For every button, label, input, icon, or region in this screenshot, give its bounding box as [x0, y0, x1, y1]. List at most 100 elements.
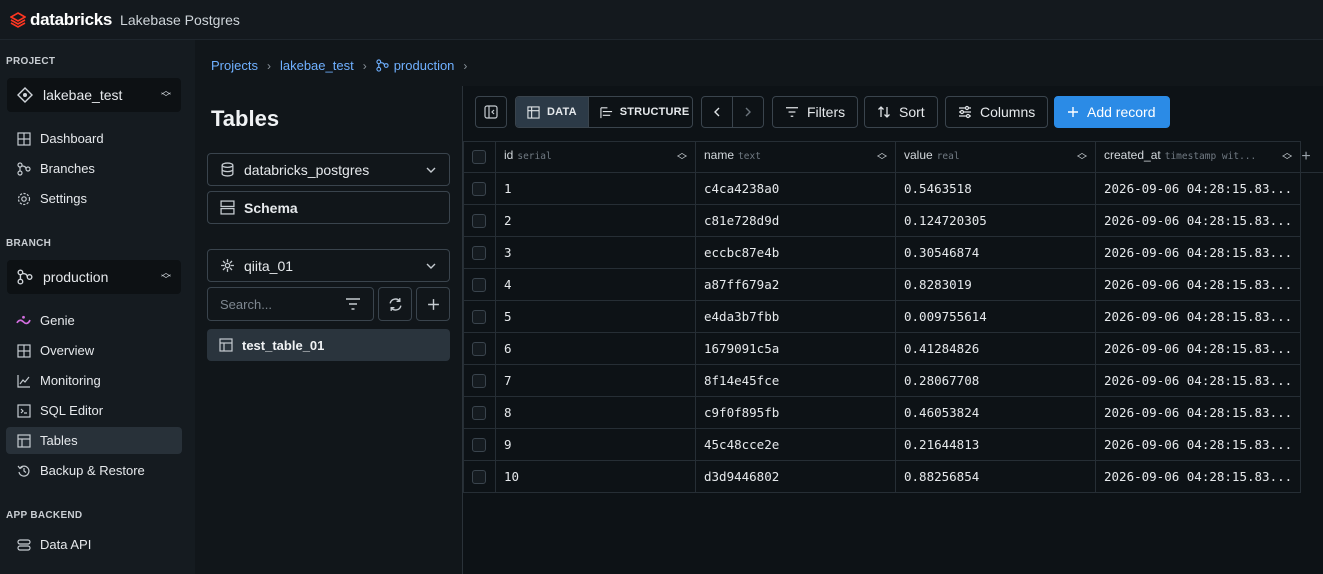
table-cell-id[interactable]: 5	[495, 300, 696, 333]
nav-tables[interactable]: Tables	[6, 427, 182, 454]
row-checkbox[interactable]	[472, 246, 486, 261]
table-cell-created-at[interactable]: 2026-09-06 04:28:15.83...	[1094, 268, 1302, 301]
table-cell-value[interactable]: 0.5463518	[895, 172, 1096, 205]
column-header-created-at[interactable]: created_at timestamp wit... ︿ ﹀	[1094, 141, 1302, 173]
table-cell-id[interactable]: 2	[495, 204, 696, 237]
table-row[interactable]: 6 1679091c5a 0.41284826 2026-09-06 04:28:15…	[463, 332, 1302, 365]
tab-data[interactable]: DATA	[516, 97, 588, 127]
project-picker[interactable]: lakebae_test ︿ ﹀	[7, 78, 181, 112]
add-record-button[interactable]: Add record	[1054, 96, 1170, 128]
table-cell-value[interactable]: 0.28067708	[895, 364, 1096, 397]
row-checkbox[interactable]	[472, 438, 486, 453]
table-cell-created-at[interactable]: 2026-09-06 04:28:15.83...	[1094, 332, 1302, 365]
table-cell-id[interactable]: 10	[495, 460, 696, 493]
branch-picker[interactable]: production ︿ ﹀	[7, 260, 181, 294]
table-cell-created-at[interactable]: 2026-09-06 04:28:15.83...	[1094, 236, 1302, 269]
nav-branches[interactable]: Branches	[6, 155, 182, 182]
nav-dashboard[interactable]: Dashboard	[6, 125, 182, 152]
row-checkbox[interactable]	[472, 310, 486, 325]
table-cell-created-at[interactable]: 2026-09-06 04:28:15.83...	[1094, 300, 1302, 333]
table-cell-id[interactable]: 8	[495, 396, 696, 429]
table-cell-name[interactable]: eccbc87e4b	[695, 236, 896, 269]
nav-data-api[interactable]: Data API	[6, 531, 182, 558]
table-cell-value[interactable]: 0.009755614	[895, 300, 1096, 333]
breadcrumb-project[interactable]: lakebae_test	[280, 58, 354, 73]
add-column-button[interactable]: +	[1289, 141, 1323, 173]
table-cell-value[interactable]: 0.8283019	[895, 268, 1096, 301]
prev-button[interactable]	[702, 97, 732, 127]
table-cell-created-at[interactable]: 2026-09-06 04:28:15.83...	[1094, 204, 1302, 237]
table-row[interactable]: 1 c4ca4238a0 0.5463518 2026-09-06 04:28:15.…	[463, 172, 1302, 205]
nav-backup-restore[interactable]: Backup & Restore	[6, 457, 182, 484]
table-cell-name[interactable]: 45c48cce2e	[695, 428, 896, 461]
column-header-value[interactable]: value real ︿ ﹀	[895, 141, 1096, 173]
table-row[interactable]: 7 8f14e45fce 0.28067708 2026-09-06 04:28:15…	[463, 364, 1302, 397]
breadcrumb-branch[interactable]: production	[376, 58, 454, 73]
row-checkbox[interactable]	[472, 342, 486, 357]
tab-structure[interactable]: STRUCTURE	[587, 97, 692, 127]
search-input[interactable]	[220, 296, 345, 312]
table-cell-created-at[interactable]: 2026-09-06 04:28:15.83...	[1094, 172, 1302, 205]
database-select[interactable]: databricks_postgres	[207, 153, 450, 186]
refresh-button[interactable]	[378, 287, 412, 321]
table-cell-name[interactable]: c9f0f895fb	[695, 396, 896, 429]
nav-overview[interactable]: Overview	[6, 337, 182, 364]
table-row[interactable]: 4 a87ff679a2 0.8283019 2026-09-06 04:28:15.…	[463, 268, 1302, 301]
table-cell-name[interactable]: 1679091c5a	[695, 332, 896, 365]
row-checkbox[interactable]	[472, 374, 486, 389]
column-header-id[interactable]: id serial ︿ ﹀	[495, 141, 696, 173]
filter-icon[interactable]	[345, 297, 361, 311]
table-cell-value[interactable]: 0.41284826	[895, 332, 1096, 365]
table-cell-name[interactable]: c4ca4238a0	[695, 172, 896, 205]
table-cell-id[interactable]: 9	[495, 428, 696, 461]
table-row[interactable]: 2 c81e728d9d 0.124720305 2026-09-06 04:28:1…	[463, 204, 1302, 237]
table-cell-value[interactable]: 0.124720305	[895, 204, 1096, 237]
table-cell-name[interactable]: a87ff679a2	[695, 268, 896, 301]
nav-genie[interactable]: Genie	[6, 307, 182, 334]
schema-button[interactable]: Schema	[207, 191, 450, 224]
table-cell-name[interactable]: d3d9446802	[695, 460, 896, 493]
breadcrumb-projects[interactable]: Projects	[211, 58, 258, 73]
filters-button[interactable]: Filters	[772, 96, 859, 128]
column-header-name[interactable]: name text ︿ ﹀	[695, 141, 896, 173]
sort-button[interactable]: Sort	[864, 96, 938, 128]
table-cell-id[interactable]: 4	[495, 268, 696, 301]
table-cell-value[interactable]: 0.30546874	[895, 236, 1096, 269]
table-cell-id[interactable]: 3	[495, 236, 696, 269]
nav-monitoring[interactable]: Monitoring	[6, 367, 182, 394]
table-cell-name[interactable]: e4da3b7fbb	[695, 300, 896, 333]
add-table-button[interactable]	[416, 287, 450, 321]
table-row[interactable]: 3 eccbc87e4b 0.30546874 2026-09-06 04:28:15…	[463, 236, 1302, 269]
databricks-logo[interactable]: databricks	[10, 10, 112, 30]
select-all-checkbox[interactable]	[472, 150, 486, 165]
table-cell-created-at[interactable]: 2026-09-06 04:28:15.83...	[1094, 396, 1302, 429]
table-cell-id[interactable]: 7	[495, 364, 696, 397]
table-cell-created-at[interactable]: 2026-09-06 04:28:15.83...	[1094, 460, 1302, 493]
next-button[interactable]	[732, 97, 763, 127]
table-row[interactable]: 8 c9f0f895fb 0.46053824 2026-09-06 04:28:15…	[463, 396, 1302, 429]
row-checkbox[interactable]	[472, 406, 486, 421]
table-row[interactable]: 10 d3d9446802 0.88256854 2026-09-06 04:28:1…	[463, 460, 1302, 493]
columns-button[interactable]: Columns	[945, 96, 1049, 128]
schema-select[interactable]: qiita_01	[207, 249, 450, 282]
table-search[interactable]	[207, 287, 374, 321]
collapse-panel-button[interactable]	[475, 96, 507, 128]
table-row[interactable]: 5 e4da3b7fbb 0.009755614 2026-09-06 04:28:1…	[463, 300, 1302, 333]
nav-sql-editor[interactable]: SQL Editor	[6, 397, 182, 424]
table-cell-name[interactable]: c81e728d9d	[695, 204, 896, 237]
table-cell-id[interactable]: 6	[495, 332, 696, 365]
row-checkbox[interactable]	[472, 278, 486, 293]
table-cell-created-at[interactable]: 2026-09-06 04:28:15.83...	[1094, 428, 1302, 461]
nav-settings[interactable]: Settings	[6, 185, 182, 212]
row-checkbox[interactable]	[472, 182, 486, 197]
table-cell-value[interactable]: 0.88256854	[895, 460, 1096, 493]
row-checkbox[interactable]	[472, 214, 486, 229]
row-checkbox[interactable]	[472, 470, 486, 485]
table-row[interactable]: 9 45c48cce2e 0.21644813 2026-09-06 04:28:15…	[463, 428, 1302, 461]
table-cell-value[interactable]: 0.21644813	[895, 428, 1096, 461]
table-cell-value[interactable]: 0.46053824	[895, 396, 1096, 429]
table-list-item[interactable]: test_table_01	[207, 329, 450, 361]
table-cell-created-at[interactable]: 2026-09-06 04:28:15.83...	[1094, 364, 1302, 397]
table-cell-id[interactable]: 1	[495, 172, 696, 205]
table-cell-name[interactable]: 8f14e45fce	[695, 364, 896, 397]
